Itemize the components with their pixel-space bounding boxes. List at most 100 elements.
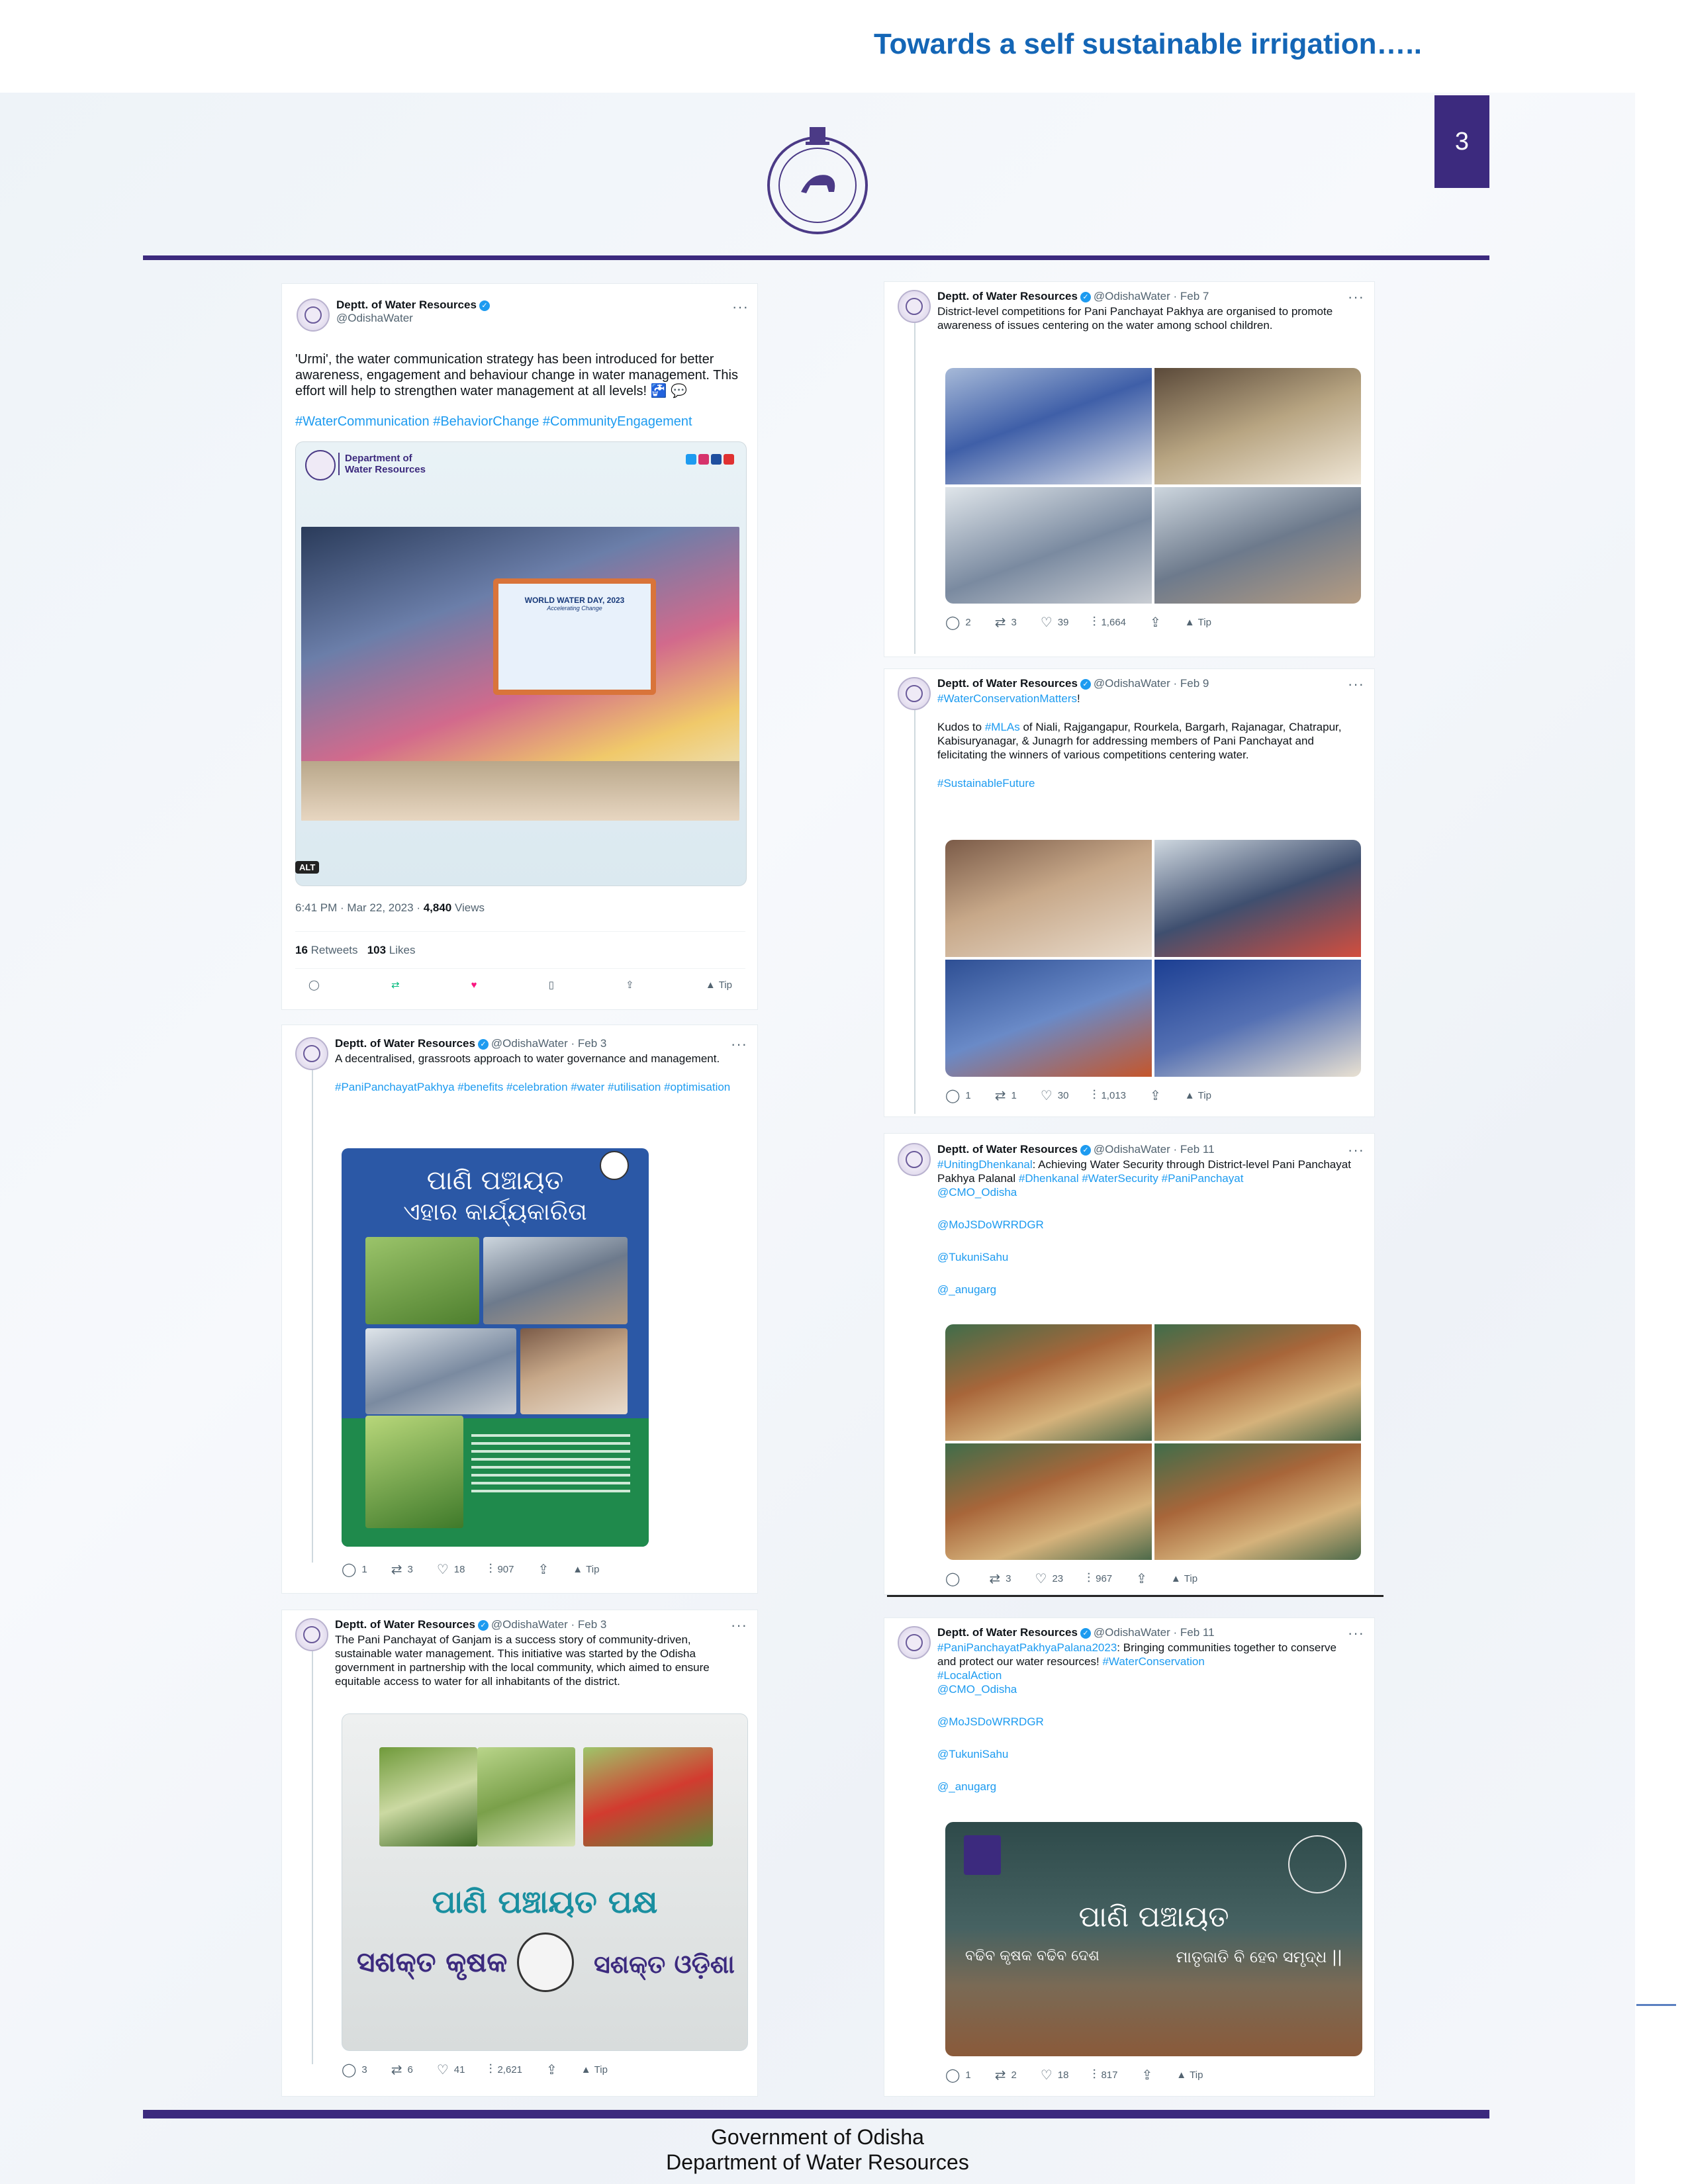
reply-button[interactable]: ◯ 3 [342,2062,367,2078]
views-button[interactable]: ⫶ 907 [489,1562,514,1577]
mention-mojs[interactable]: @MoJSDoWRRDGR [937,1218,1354,1232]
retweet-icon[interactable]: ⇄ [391,979,400,991]
tweet-card-decentralised[interactable]: Deptt. of Water Resources ✓ @OdishaWater ·… [281,1024,758,1594]
avatar[interactable] [898,1143,931,1176]
tip-button[interactable]: ▲ Tip [706,979,732,991]
more-options-icon[interactable]: ··· [1348,1142,1364,1159]
share-button[interactable]: ⇪ [546,2062,557,2078]
tweet-handle[interactable]: @OdishaWater [336,312,492,325]
photo-stage-2[interactable] [1154,1324,1361,1441]
photo-stage-event[interactable] [945,960,1152,1077]
media-card-world-water-day[interactable]: Department of Water Resources WORLD WATE… [295,441,747,886]
tweet-card-urmi[interactable]: Deptt. of Water Resources ✓ @OdishaWater … [281,283,758,1010]
tweet-author-name[interactable]: Deptt. of Water Resources [335,1618,475,1631]
tip-button[interactable]: ▲ Tip [1176,2070,1203,2081]
photo-classroom-2[interactable] [1154,368,1361,484]
photo-felicitation[interactable] [945,840,1152,957]
reply-button[interactable]: ◯ 1 [945,2067,971,2083]
tweet-handle[interactable]: @OdishaWater · Feb 9 [1094,677,1209,690]
views-button[interactable]: ⫶ 1,664 [1092,615,1126,630]
tweet-photo-grid[interactable] [945,368,1361,604]
more-options-icon[interactable]: ··· [732,298,749,316]
hashtag-localaction[interactable]: #LocalAction [937,1668,1354,1682]
reply-icon[interactable]: ◯ [308,979,320,991]
tip-button[interactable]: ▲ Tip [573,1564,599,1575]
tweet-hashtags[interactable]: #PaniPanchayatPakhya #benefits #celebrat… [335,1080,732,1094]
share-button[interactable]: ⇪ [1136,1570,1147,1587]
tweet-author-name[interactable]: Deptt. of Water Resources [937,1626,1078,1639]
mention-cmo[interactable]: @CMO_Odisha [937,1185,1354,1199]
photo-stage-4[interactable] [1154,1443,1361,1560]
tweet-card-ganjam[interactable]: Deptt. of Water Resources ✓ @OdishaWater ·… [281,1610,758,2097]
poster-pani-panchayat-landscape[interactable]: ପାଣି ପଞ୍ଚାୟତ ବଢିବ କୃଷକ ବଢିବ ଦେଶ ମାତୃଜାତି… [945,1822,1362,2056]
share-icon[interactable]: ⇪ [626,979,634,991]
bookmark-icon[interactable]: ▯ [549,979,554,991]
reply-button[interactable]: ◯ [945,1570,965,1587]
share-button[interactable]: ⇪ [1142,2067,1153,2083]
mention-mojs[interactable]: @MoJSDoWRRDGR [937,1715,1354,1729]
tweet-author-name[interactable]: Deptt. of Water Resources [937,677,1078,690]
poster-pani-panchayat-pakhya[interactable]: ପାଣି ପଞ୍ଚାୟତ ପକ୍ଷ ସଶକ୍ତ କୃଷକ ସଶକ୍ତ ଓଡ଼ିଶ… [342,1713,748,2051]
tweet-handle[interactable]: @OdishaWater · Feb 3 [491,1618,606,1631]
like-button[interactable]: ♡ 41 [437,2062,465,2078]
tweet-hashtag-top[interactable]: #WaterConservationMatters! [937,692,1354,705]
tip-button[interactable]: ▲ Tip [1185,1090,1211,1101]
tweet-card-competitions[interactable]: Deptt. of Water Resources ✓ @OdishaWater ·… [884,281,1375,657]
tweet-card-dhenkanal[interactable]: Deptt. of Water Resources ✓ @OdishaWater ·… [884,1133,1375,1595]
avatar[interactable] [295,1037,328,1070]
photo-stage-1[interactable] [945,1324,1152,1441]
engagement-counts[interactable]: 16 Retweets 103 Likes [295,943,745,957]
tweet-author-name[interactable]: Deptt. of Water Resources [937,1143,1078,1156]
avatar[interactable] [297,298,330,332]
mlas-hashtag[interactable]: #MLAs [985,721,1020,733]
mention-tukunisahu[interactable]: @TukuniSahu [937,1747,1354,1761]
more-options-icon[interactable]: ··· [731,1036,747,1053]
tweet-handle[interactable]: @OdishaWater · Feb 7 [1094,290,1209,302]
like-button[interactable]: ♡ 23 [1035,1570,1064,1587]
tweet-author-name[interactable]: Deptt. of Water Resources [336,298,477,311]
like-icon[interactable]: ♥ [471,979,477,991]
more-options-icon[interactable]: ··· [731,1617,747,1634]
retweet-button[interactable]: ⇄ 3 [391,1561,413,1578]
tweet-card-pakhya-palana[interactable]: Deptt. of Water Resources ✓ @OdishaWater ·… [884,1617,1375,2097]
retweet-button[interactable]: ⇄ 6 [391,2062,413,2078]
poster-pani-panchayat-effectiveness[interactable]: ପାଣି ପଞ୍ଚାୟତ ଏହାର କାର୍ଯ୍ୟକାରିତା [342,1148,649,1547]
reply-button[interactable]: ◯ 2 [945,614,971,631]
tip-button[interactable]: ▲ Tip [1171,1573,1197,1584]
views-button[interactable]: ⫶ 1,013 [1092,1088,1126,1103]
retweet-button[interactable]: ⇄ 3 [995,614,1017,631]
tweet-card-mlas[interactable]: Deptt. of Water Resources ✓ @OdishaWater ·… [884,668,1375,1117]
tweet-author-name[interactable]: Deptt. of Water Resources [937,290,1078,302]
share-button[interactable]: ⇪ [1150,614,1161,631]
retweet-button[interactable]: ⇄ 3 [989,1570,1011,1587]
views-button[interactable]: ⫶ 817 [1092,2068,1117,2083]
photo-stage-3[interactable] [945,1443,1152,1560]
tweet-handle[interactable]: @OdishaWater · Feb 11 [1094,1626,1215,1639]
alt-badge[interactable]: ALT [295,861,320,874]
photo-classroom-4[interactable] [1154,487,1361,604]
more-options-icon[interactable]: ··· [1348,676,1364,693]
tweet-photo-grid[interactable] [945,840,1361,1077]
photo-classroom-1[interactable] [945,368,1152,484]
retweet-button[interactable]: ⇄ 1 [995,1087,1017,1104]
tip-button[interactable]: ▲ Tip [1185,617,1211,628]
mention-tukunisahu[interactable]: @TukuniSahu [937,1250,1354,1264]
reply-button[interactable]: ◯ 1 [945,1087,971,1104]
tweet-handle[interactable]: @OdishaWater · Feb 11 [1094,1143,1215,1156]
mention-cmo[interactable]: @CMO_Odisha [937,1682,1354,1696]
retweet-button[interactable]: ⇄ 2 [995,2067,1017,2083]
avatar[interactable] [898,290,931,323]
photo-ribbon-cutting[interactable] [1154,840,1361,957]
views-button[interactable]: ⫶ 2,621 [489,2062,522,2077]
more-options-icon[interactable]: ··· [1348,1625,1364,1642]
tweet-handle[interactable]: @OdishaWater · Feb 3 [491,1037,606,1050]
reply-button[interactable]: ◯ 1 [342,1561,367,1578]
tweet-author-name[interactable]: Deptt. of Water Resources [335,1037,475,1050]
avatar[interactable] [898,1626,931,1659]
like-button[interactable]: ♡ 30 [1041,1087,1069,1104]
photo-pani-panchayat-banner[interactable] [1154,960,1361,1077]
tip-button[interactable]: ▲ Tip [581,2064,608,2075]
tweet-photo-grid[interactable] [945,1324,1361,1560]
tweet-hashtags[interactable]: #WaterCommunication #BehaviorChange #Com… [295,414,745,430]
views-button[interactable]: ⫶ 967 [1087,1571,1112,1586]
